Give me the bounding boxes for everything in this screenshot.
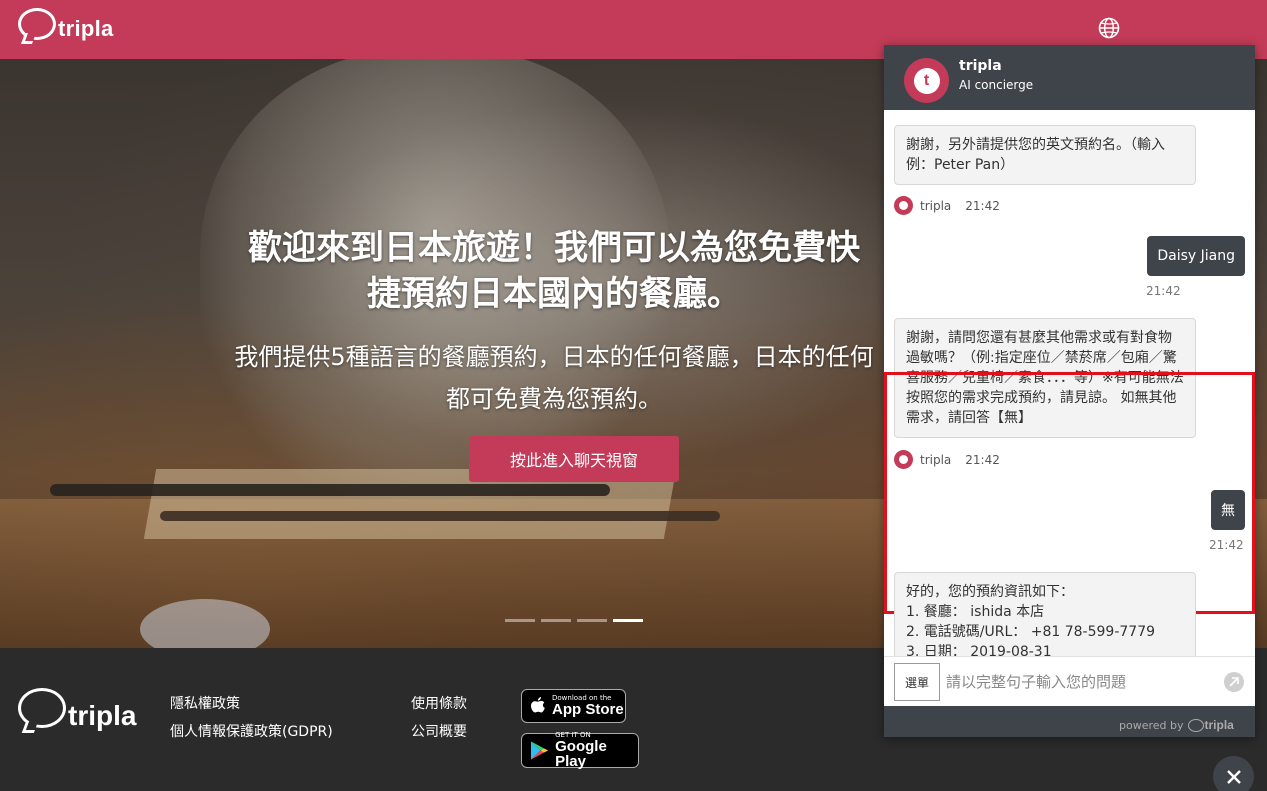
chat-widget: t tripla AI concierge 謝謝，另外請提供您的英文預約名。（輸… — [884, 45, 1255, 737]
hero-background-knife — [160, 511, 720, 521]
user-message: Daisy Jiang — [1147, 236, 1245, 276]
message-time: 21:42 — [1209, 538, 1244, 552]
chat-footer: powered by tripla — [884, 706, 1255, 737]
globe-icon[interactable] — [1097, 16, 1121, 40]
bot-message: 謝謝，請問您還有甚麼其他需求或有對食物過敏嗎？（例:指定座位／禁菸席／包廂／驚喜… — [894, 318, 1196, 438]
tripla-small-avatar — [894, 196, 913, 215]
message-line: 1. 餐廳： ishida 本店 — [906, 604, 1045, 620]
hero-background-knife — [50, 484, 610, 496]
bot-message: 好的，您的預約資訊如下： 1. 餐廳： ishida 本店 2. 電話號碼/UR… — [894, 572, 1196, 656]
google-play-big-text: Google Play — [555, 738, 607, 770]
powered-by: powered by tripla — [1119, 718, 1234, 732]
message-time: 21:42 — [965, 452, 1000, 467]
footer-logo[interactable]: tripla — [18, 688, 136, 731]
close-chat-button[interactable] — [1213, 756, 1254, 791]
close-icon — [1226, 769, 1241, 784]
bot-message-meta: tripla 21:42 — [894, 450, 1000, 469]
tripla-avatar: t — [904, 58, 949, 103]
app-store-badge[interactable]: Download on the App Store — [521, 689, 626, 723]
message-time: 21:42 — [1146, 284, 1181, 298]
tripla-small-avatar — [894, 450, 913, 469]
slide-dot[interactable] — [577, 619, 607, 622]
header-logo[interactable]: tripla — [18, 8, 114, 41]
message-line: 3. 日期： 2019-08-31 — [906, 644, 1052, 656]
user-message: 無 — [1211, 490, 1245, 530]
privacy-policy-link[interactable]: 隱私權政策 — [170, 693, 240, 713]
company-link[interactable]: 公司概要 — [411, 721, 467, 741]
chat-bot-role: AI concierge — [959, 78, 1034, 92]
google-play-badge[interactable]: GET IT ON Google Play — [521, 732, 639, 770]
gdpr-policy-link[interactable]: 個人情報保護政策(GDPR) — [170, 721, 333, 741]
slide-dot[interactable] — [541, 619, 571, 622]
tripla-bubble-icon — [1187, 718, 1204, 732]
footer-logo-text: tripla — [68, 700, 137, 731]
menu-button[interactable]: 選單 — [894, 663, 940, 701]
speech-bubble-icon — [18, 8, 56, 40]
tripla-t-icon: t — [913, 67, 940, 94]
chat-messages[interactable]: 謝謝，另外請提供您的英文預約名。（輸入例：Peter Pan） tripla 2… — [884, 110, 1255, 656]
chat-input[interactable] — [946, 665, 1216, 699]
slide-indicators — [505, 619, 643, 622]
open-chat-button[interactable]: 按此進入聊天視窗 — [469, 436, 679, 482]
app-store-big-text: App Store — [552, 701, 624, 718]
speech-bubble-icon — [18, 688, 66, 728]
message-time: 21:42 — [965, 198, 1000, 213]
slide-dot[interactable] — [505, 619, 535, 622]
chat-header: t tripla AI concierge — [884, 45, 1255, 110]
chat-bot-name: tripla — [959, 58, 1002, 74]
sender-name: tripla — [920, 452, 952, 467]
message-line: 好的，您的預約資訊如下： — [906, 584, 1074, 600]
apple-icon — [531, 696, 545, 712]
bot-message: 謝謝，另外請提供您的英文預約名。（輸入例：Peter Pan） — [894, 125, 1196, 185]
google-play-icon — [530, 741, 549, 760]
chat-input-row: 選單 — [884, 656, 1255, 706]
slide-dot-active[interactable] — [613, 619, 643, 622]
message-line: 2. 電話號碼/URL： +81 78-599-7779 — [906, 624, 1156, 640]
powered-brand: tripla — [1204, 718, 1234, 732]
send-icon[interactable] — [1224, 672, 1244, 692]
terms-link[interactable]: 使用條款 — [411, 693, 467, 713]
bot-message-meta: tripla 21:42 — [894, 196, 1000, 215]
sender-name: tripla — [920, 198, 952, 213]
powered-by-text: powered by — [1119, 718, 1184, 732]
logo-text: tripla — [58, 16, 114, 41]
